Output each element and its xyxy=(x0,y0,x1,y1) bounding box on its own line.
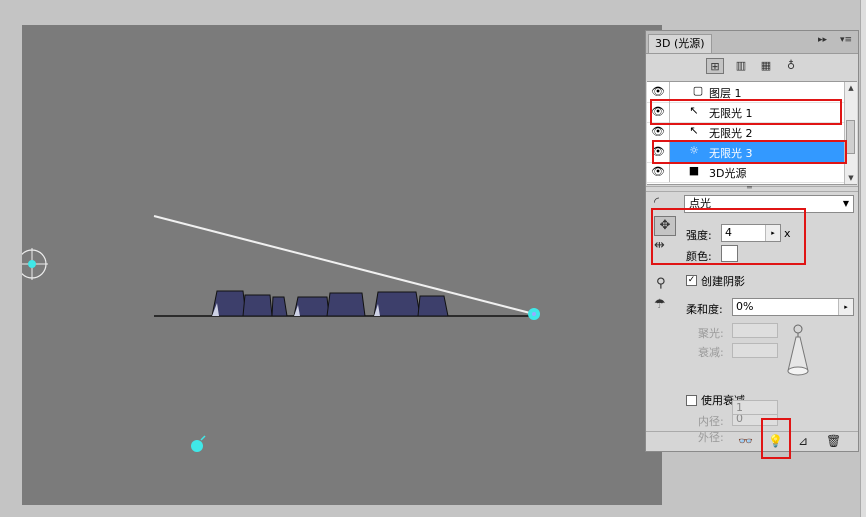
keyboard-keys-model xyxy=(211,290,449,317)
scrollbar-thumb[interactable] xyxy=(846,120,855,154)
color-label: 颜色: xyxy=(686,250,712,263)
inner-radius-label: 内径: xyxy=(698,415,724,428)
list-item[interactable]: 👁 ↖ 无限光 1 xyxy=(647,102,845,123)
create-shadow-label: 创建阴影 xyxy=(701,275,745,288)
scroll-up-icon[interactable]: ▲ xyxy=(845,84,857,92)
list-item-label: 图层 1 xyxy=(709,87,742,100)
light-type-select[interactable]: 点光 ▼ xyxy=(684,195,854,213)
light-color-swatch[interactable] xyxy=(721,245,738,262)
list-item-selected[interactable]: 👁 ☼ 无限光 3 xyxy=(647,142,845,163)
infinite-light-icon: ↖ xyxy=(689,124,699,137)
outer-radius-input: 1 xyxy=(732,400,778,415)
spotlight-cone-icon xyxy=(787,324,809,376)
softness-input[interactable]: 0% ▸ xyxy=(732,298,854,316)
delete-light-icon[interactable]: 🗑 xyxy=(826,434,841,448)
shadow-icon: ⚲ xyxy=(656,276,666,291)
create-shadow-checkbox[interactable]: ✓ xyxy=(686,275,697,286)
layer-icon: ▢ xyxy=(692,84,704,97)
panel-tab-3d-lights[interactable]: 3D (光源) xyxy=(648,34,712,53)
light-preset-icon[interactable]: ◜ xyxy=(654,195,659,210)
softness-label: 柔和度: xyxy=(686,303,723,316)
infinite-light-icon: ↖ xyxy=(689,104,699,117)
falloff-input xyxy=(732,343,778,358)
visibility-eye-icon[interactable]: 👁 xyxy=(647,142,670,162)
list-item-label: 无限光 2 xyxy=(709,127,753,140)
point-light-icon: ☼ xyxy=(689,144,699,157)
light-properties: ◜ 点光 ▼ ✥ ⇹ 强度: 4 ▸ x 颜色: ⚲ ✓ 创建阴影 ☂ 柔和度:… xyxy=(646,191,858,431)
hotspot-label: 聚光: xyxy=(698,327,724,340)
3d-lights-panel: 3D (光源) ▸▸ ▾≡ ⊞ ▥ ▦ ♁ 👁 ▢ 图层 1 👁 ↖ 无限光 1… xyxy=(645,30,859,452)
3d-viewport-canvas[interactable] xyxy=(22,25,662,505)
light-filter-icon[interactable]: ♁ xyxy=(782,58,800,74)
softness-slider-arrow-icon[interactable]: ▸ xyxy=(838,299,853,315)
softness-icon: ☂ xyxy=(654,297,666,312)
list-item-label: 无限光 1 xyxy=(709,107,753,120)
use-attenuation-checkbox[interactable] xyxy=(686,395,697,406)
list-scrollbar[interactable]: ▲ ▼ xyxy=(844,82,857,184)
toggle-light-guides-icon[interactable]: 👓 xyxy=(738,434,753,448)
material-filter-icon[interactable]: ▦ xyxy=(757,58,775,74)
rotate-light-tool-icon[interactable]: ⇹ xyxy=(654,238,665,253)
light-options-icon[interactable]: ⊿ xyxy=(798,434,808,448)
list-item[interactable]: 👁 ↖ 无限光 2 xyxy=(647,122,845,143)
hotspot-input xyxy=(732,323,778,338)
intensity-label: 强度: xyxy=(686,229,712,242)
new-light-icon[interactable]: 💡 xyxy=(768,434,783,448)
intensity-slider-arrow-icon[interactable]: ▸ xyxy=(765,225,780,241)
chevron-down-icon: ▼ xyxy=(842,199,849,208)
visibility-eye-icon[interactable]: 👁 xyxy=(647,122,670,142)
light-type-value: 点光 xyxy=(689,197,711,210)
mesh-filter-icon[interactable]: ▥ xyxy=(732,58,750,74)
panel-bottom-toolbar: 👓 💡 ⊿ 🗑 xyxy=(646,431,858,452)
list-item[interactable]: 👁 ▢ 图层 1 xyxy=(647,82,845,103)
collapse-panel-icon[interactable]: ▸▸ xyxy=(818,35,827,45)
panel-title-bar: 3D (光源) ▸▸ ▾≡ xyxy=(646,31,858,54)
intensity-value: 4 xyxy=(725,226,732,239)
list-item-label: 无限光 3 xyxy=(709,147,753,160)
scene-tree-list: 👁 ▢ 图层 1 👁 ↖ 无限光 1 👁 ↖ 无限光 2 👁 ☼ 无限光 3 👁… xyxy=(647,81,857,185)
window-edge-strip xyxy=(860,0,866,517)
point-light-bulb-icon[interactable] xyxy=(191,435,206,452)
light-target-handle[interactable] xyxy=(528,308,540,320)
crosshair-light-icon[interactable] xyxy=(22,248,48,280)
3d-scene xyxy=(22,215,540,452)
list-item-label: 3D光源 xyxy=(709,167,747,180)
list-item[interactable]: 👁 ■ 3D光源 xyxy=(647,162,845,183)
visibility-eye-icon[interactable]: 👁 xyxy=(647,82,670,102)
outer-radius-value: 1 xyxy=(736,401,743,414)
light-group-icon: ■ xyxy=(688,164,700,177)
scene-filter-toolbar: ⊞ ▥ ▦ ♁ xyxy=(646,55,858,79)
softness-value: 0% xyxy=(736,300,754,313)
intensity-suffix: x xyxy=(784,227,791,240)
intensity-input[interactable]: 4 ▸ xyxy=(721,224,781,242)
visibility-eye-icon[interactable]: 👁 xyxy=(647,162,670,182)
move-light-tool-icon[interactable]: ✥ xyxy=(654,216,676,236)
scroll-down-icon[interactable]: ▼ xyxy=(845,174,857,182)
scene-filter-icon[interactable]: ⊞ xyxy=(706,58,724,74)
panel-menu-icon[interactable]: ▾≡ xyxy=(840,35,852,45)
falloff-label: 衰减: xyxy=(698,346,724,359)
visibility-eye-icon[interactable]: 👁 xyxy=(647,102,670,122)
